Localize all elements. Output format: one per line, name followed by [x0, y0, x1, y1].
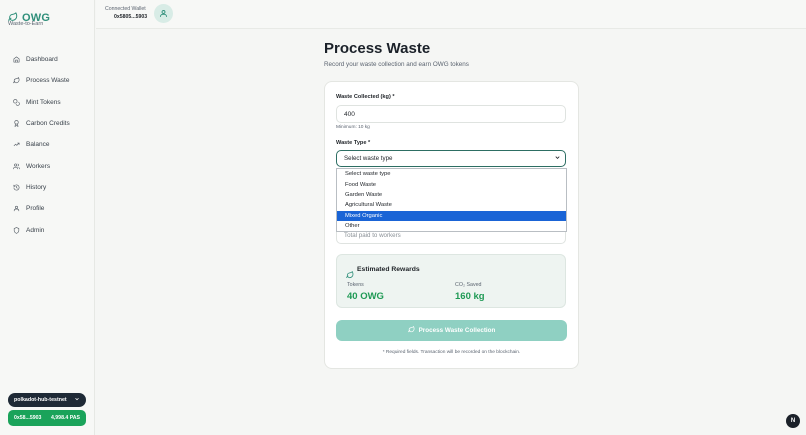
dropdown-option[interactable]: Food Waste: [337, 179, 566, 189]
sidebar-item-mint-tokens[interactable]: Mint Tokens: [8, 92, 88, 113]
sidebar-item-carbon-credits[interactable]: Carbon Credits: [8, 113, 88, 134]
rewards-title: Estimated Rewards: [357, 266, 420, 273]
fab-label: N: [790, 418, 796, 424]
waste-minimum-hint: Minimum: 10 kg: [336, 125, 370, 130]
network-selector-button[interactable]: polkadot-hub-testnet: [8, 393, 86, 407]
wallet-account-button[interactable]: 0x58...5903 4,998.4 PAS: [8, 410, 86, 426]
co2-value: 160 kg: [455, 291, 485, 302]
sidebar-item-process-waste[interactable]: Process Waste: [8, 70, 88, 91]
sidebar-item-dashboard[interactable]: Dashboard: [8, 49, 88, 70]
user-icon: [160, 10, 167, 17]
waste-collected-input[interactable]: 400: [336, 105, 566, 123]
tokens-value: 40 OWG: [347, 291, 384, 302]
page-title: Process Waste: [324, 40, 431, 57]
sidebar-item-profile[interactable]: Profile: [8, 198, 88, 219]
waste-type-select[interactable]: Select waste type: [336, 150, 566, 167]
history-icon: [13, 184, 20, 191]
sidebar-item-label: Mint Tokens: [26, 98, 61, 106]
waste-collected-value: 400: [344, 110, 355, 118]
sidebar-item-label: Admin: [26, 226, 45, 234]
waste-collected-label: Waste Collected (kg) *: [336, 94, 395, 100]
dropdown-option[interactable]: Other: [337, 221, 566, 231]
page-subtitle: Record your waste collection and earn OW…: [324, 61, 469, 68]
coins-icon: [13, 99, 20, 106]
sidebar-nav: Dashboard Process Waste Mint Tokens Carb…: [8, 49, 88, 241]
sidebar: OWG Waste-to-Earn Dashboard Process Wast…: [0, 0, 95, 435]
sidebar-item-label: Process Waste: [26, 77, 70, 85]
sidebar-item-label: History: [26, 183, 47, 191]
sidebar-item-label: Workers: [26, 162, 51, 170]
leaf-icon: [407, 325, 415, 335]
chevron-down-icon: [554, 154, 561, 163]
wallet-balance: 4,998.4 PAS: [50, 415, 80, 421]
dropdown-option[interactable]: Select waste type: [337, 169, 566, 179]
wallet-address: 0x58...5903: [14, 415, 42, 421]
user-icon: [13, 206, 20, 212]
process-waste-button[interactable]: Process Waste Collection: [336, 320, 567, 341]
avatar[interactable]: [154, 4, 173, 23]
sidebar-item-history[interactable]: History: [8, 177, 88, 198]
brand-tagline: Waste-to-Earn: [8, 21, 44, 27]
waste-type-dropdown: Select waste type Food Waste Garden Wast…: [336, 168, 567, 232]
connected-wallet-label: Connected Wallet: [105, 6, 146, 12]
trend-icon: [13, 143, 20, 147]
award-icon: [14, 120, 19, 128]
dropdown-option[interactable]: Garden Waste: [337, 190, 566, 200]
sidebar-item-balance[interactable]: Balance: [8, 134, 88, 155]
tokens-label: Tokens: [347, 282, 364, 288]
sidebar-item-label: Dashboard: [26, 56, 58, 64]
next-devtools-button[interactable]: N: [786, 414, 800, 428]
required-fields-note: * Required fields. Transaction will be r…: [382, 350, 521, 355]
process-waste-button-label: Process Waste Collection: [418, 327, 496, 334]
sidebar-item-workers[interactable]: Workers: [8, 155, 88, 176]
users-icon: [13, 163, 20, 169]
shield-icon: [13, 226, 20, 234]
top-header: Connected Wallet 0x5805...5903: [96, 0, 806, 29]
leaf-icon: [13, 77, 20, 84]
sidebar-item-label: Carbon Credits: [26, 120, 70, 128]
chevron-down-icon: [74, 396, 80, 404]
waste-type-label: Waste Type *: [336, 140, 371, 146]
sidebar-item-label: Balance: [26, 141, 50, 149]
sidebar-item-admin[interactable]: Admin: [8, 219, 88, 240]
total-paid-placeholder: Total paid to workers: [344, 232, 401, 239]
dropdown-option[interactable]: Agricultural Waste: [337, 200, 566, 210]
dropdown-option-highlighted[interactable]: Mixed Organic: [337, 210, 566, 221]
waste-type-selected: Select waste type: [344, 155, 393, 162]
sidebar-item-label: Profile: [26, 205, 45, 213]
estimated-rewards-panel: Estimated Rewards Tokens 40 OWG CO₂ Save…: [336, 254, 566, 308]
connected-wallet-address: 0x5805...5903: [114, 14, 148, 20]
co2-label: CO₂ Saved: [455, 282, 482, 288]
network-label: polkadot-hub-testnet: [14, 397, 67, 403]
home-icon: [13, 56, 20, 63]
